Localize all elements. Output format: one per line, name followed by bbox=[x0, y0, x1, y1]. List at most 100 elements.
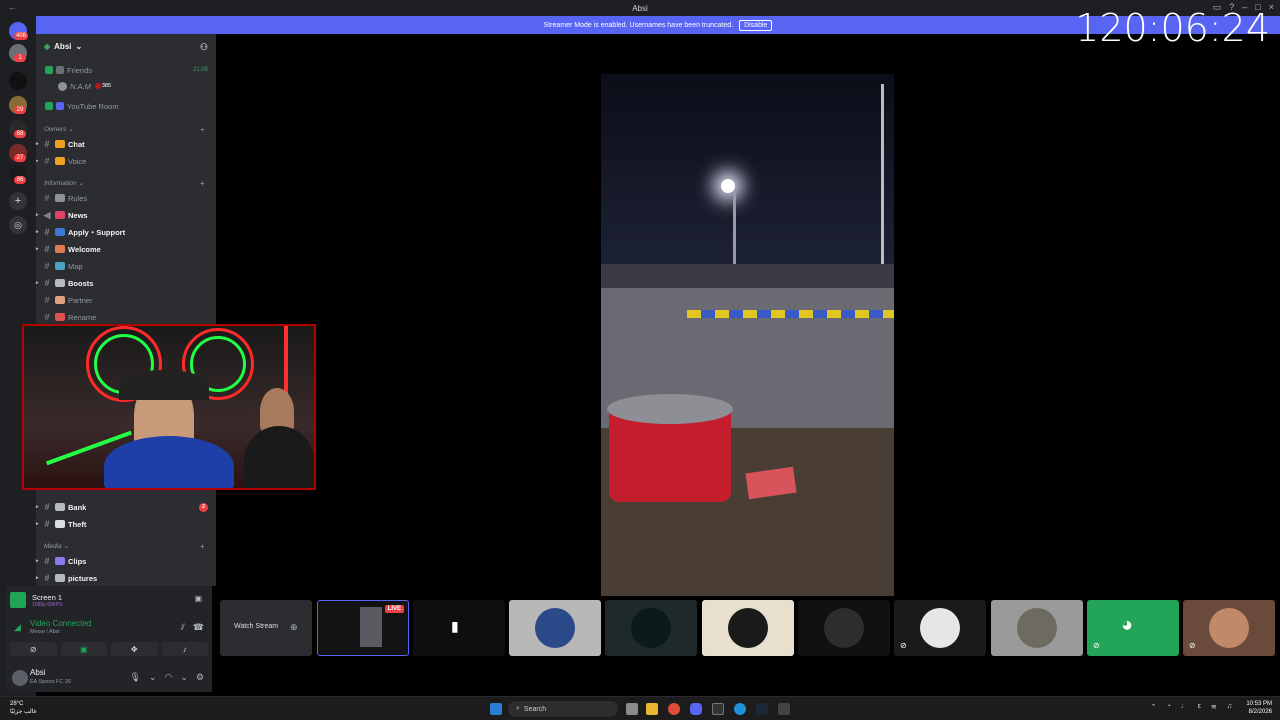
channel-pictures[interactable]: ▸ # pictures bbox=[36, 571, 216, 585]
voice-status[interactable]: Video Connected bbox=[30, 619, 91, 628]
participant-tile[interactable]: ⊘ bbox=[1183, 600, 1275, 656]
channel-chat[interactable]: ▸ # Chat bbox=[36, 137, 216, 151]
participant-tile[interactable]: ▮ bbox=[413, 600, 505, 656]
camera-off-button[interactable]: ⊘ bbox=[10, 642, 57, 656]
discover-icon[interactable]: ◎ bbox=[9, 216, 27, 234]
screen-settings-icon[interactable]: ▣ bbox=[194, 594, 202, 603]
weather-widget[interactable]: 28°C غالب جزئيًا bbox=[10, 700, 37, 716]
headphones-icon[interactable]: ◠ bbox=[165, 672, 173, 683]
stream-icon bbox=[94, 83, 101, 89]
share-screen-button[interactable]: ▣ bbox=[60, 642, 107, 656]
clock[interactable]: 10:53 PM 8/2/2026 bbox=[1246, 700, 1272, 716]
street-light bbox=[721, 179, 735, 193]
edge-icon[interactable] bbox=[734, 703, 746, 715]
channel-voice[interactable]: ▸ # Voice bbox=[36, 154, 216, 168]
watch-stream-label[interactable]: Watch Stream bbox=[234, 623, 278, 630]
chrome-icon[interactable] bbox=[668, 703, 680, 715]
channel-boosts[interactable]: ▸ # Boosts bbox=[36, 276, 216, 290]
server-icon[interactable] bbox=[9, 72, 27, 90]
noise-suppression-icon[interactable]: ⫽ bbox=[181, 622, 185, 633]
screen-title: Screen 1 bbox=[32, 592, 63, 602]
volume-icon[interactable]: ♫ bbox=[1227, 703, 1232, 711]
wave-icon bbox=[55, 245, 65, 253]
stream-preview-tile[interactable]: LIVE bbox=[317, 600, 409, 656]
participant-tile[interactable] bbox=[509, 600, 601, 656]
webcam-overlay bbox=[22, 324, 316, 490]
avatar[interactable] bbox=[12, 670, 28, 686]
microphone-icon[interactable]: 🎙 bbox=[130, 672, 141, 683]
taskbar-pinned bbox=[626, 701, 806, 717]
channel-friends[interactable]: Friends 21:05 bbox=[36, 63, 216, 77]
gear-icon[interactable]: ⚙ bbox=[196, 672, 204, 683]
category-label: Owners bbox=[44, 126, 67, 133]
steam-icon[interactable] bbox=[756, 703, 768, 715]
add-server-icon[interactable]: + bbox=[9, 192, 27, 210]
back-arrow-icon[interactable]: ← bbox=[8, 2, 17, 12]
channel-rules[interactable]: # Rules bbox=[36, 191, 216, 205]
channel-label: Bank bbox=[68, 502, 87, 512]
chevron-down-icon[interactable]: ⌄ bbox=[149, 672, 157, 683]
channel-rename[interactable]: # Rename bbox=[36, 310, 216, 324]
x-app-icon[interactable] bbox=[712, 703, 724, 715]
network-icon[interactable]: ◔ bbox=[1167, 703, 1171, 711]
category-owners[interactable]: Owners ⌄ + bbox=[44, 125, 205, 134]
server-header[interactable]: ◆ Absi ⌄ ⚇ bbox=[36, 34, 216, 58]
channel-bank[interactable]: ▸ # Bank 2 bbox=[36, 500, 216, 514]
channel-news[interactable]: ▸ ◀ News bbox=[36, 208, 216, 222]
disable-button[interactable]: Disable bbox=[739, 19, 773, 31]
file-explorer-icon[interactable] bbox=[646, 703, 658, 715]
popout-icon[interactable]: ⊕ bbox=[290, 622, 298, 633]
hash-icon: # bbox=[44, 312, 50, 322]
wifi-icon[interactable]: ≋ bbox=[1211, 703, 1217, 711]
start-icon[interactable] bbox=[490, 703, 502, 715]
channel-youtube-room[interactable]: YouTube Room bbox=[36, 99, 216, 113]
invite-icon[interactable]: ⚇ bbox=[200, 42, 208, 53]
channel-partner[interactable]: # Partner bbox=[36, 293, 216, 307]
category-media[interactable]: Media ⌄ + bbox=[44, 542, 205, 551]
hash-icon: # bbox=[44, 573, 50, 583]
channel-welcome[interactable]: ▸ # Welcome bbox=[36, 242, 216, 256]
participant-tile[interactable]: ◕ ⊘ bbox=[1087, 600, 1179, 656]
participant-tile[interactable] bbox=[991, 600, 1083, 656]
language-icon[interactable]: ε bbox=[1198, 703, 1201, 711]
activities-button[interactable]: ✥ bbox=[111, 642, 158, 656]
chevron-down-icon[interactable]: ⌄ bbox=[180, 672, 188, 683]
participant-tile[interactable] bbox=[702, 600, 794, 656]
channel-map[interactable]: # Map bbox=[36, 259, 216, 273]
channel-theft[interactable]: ▸ # Theft bbox=[36, 517, 216, 531]
add-channel-icon[interactable]: + bbox=[200, 179, 205, 188]
chevron-up-icon[interactable]: ⌃ bbox=[1151, 703, 1157, 711]
disconnect-icon[interactable]: ☎ bbox=[193, 622, 204, 633]
stream-timer: 120:06:24 bbox=[1075, 6, 1270, 50]
category-information[interactable]: Information ⌄ + bbox=[44, 179, 205, 188]
megaphone-icon: ◀ bbox=[43, 209, 51, 220]
stream-thumbnail bbox=[360, 607, 382, 647]
channel-label: Welcome bbox=[68, 244, 101, 254]
avatar bbox=[728, 608, 768, 648]
discord-icon[interactable] bbox=[690, 703, 702, 715]
channel-label: Clips bbox=[68, 556, 87, 566]
live-badge: LIVE bbox=[384, 605, 404, 613]
channel-clips[interactable]: ▸ # Clips bbox=[36, 554, 216, 568]
stream-video[interactable] bbox=[601, 74, 894, 596]
search-box[interactable]: ⌕ Search bbox=[508, 701, 618, 717]
screen-quality: 1080p 60FPS bbox=[32, 601, 63, 608]
add-channel-icon[interactable]: + bbox=[200, 542, 205, 551]
lamp-post bbox=[881, 84, 884, 284]
channel-label: News bbox=[68, 210, 88, 220]
participant-tile[interactable] bbox=[798, 600, 890, 656]
microphone-icon[interactable]: ♩ bbox=[1181, 703, 1188, 711]
screen-share-panel[interactable]: Screen 1 1080p 60FPS ▣ bbox=[6, 586, 212, 614]
add-channel-icon[interactable]: + bbox=[200, 125, 205, 134]
participant-tile[interactable]: ⊘ bbox=[894, 600, 986, 656]
participant-tile[interactable] bbox=[605, 600, 697, 656]
channel-apply-support[interactable]: ▸ # Apply・Support bbox=[36, 225, 216, 239]
server-badge: 29 bbox=[14, 106, 26, 114]
task-view-icon[interactable] bbox=[626, 703, 638, 715]
voice-channel[interactable]: Meow / Absi bbox=[30, 629, 60, 635]
soundboard-button[interactable]: ♪ bbox=[161, 642, 208, 656]
app-icon[interactable] bbox=[778, 703, 790, 715]
search-label: Search bbox=[523, 705, 547, 713]
voice-user[interactable]: N.A.M 385 bbox=[36, 79, 216, 93]
emoji-icon bbox=[55, 211, 65, 219]
